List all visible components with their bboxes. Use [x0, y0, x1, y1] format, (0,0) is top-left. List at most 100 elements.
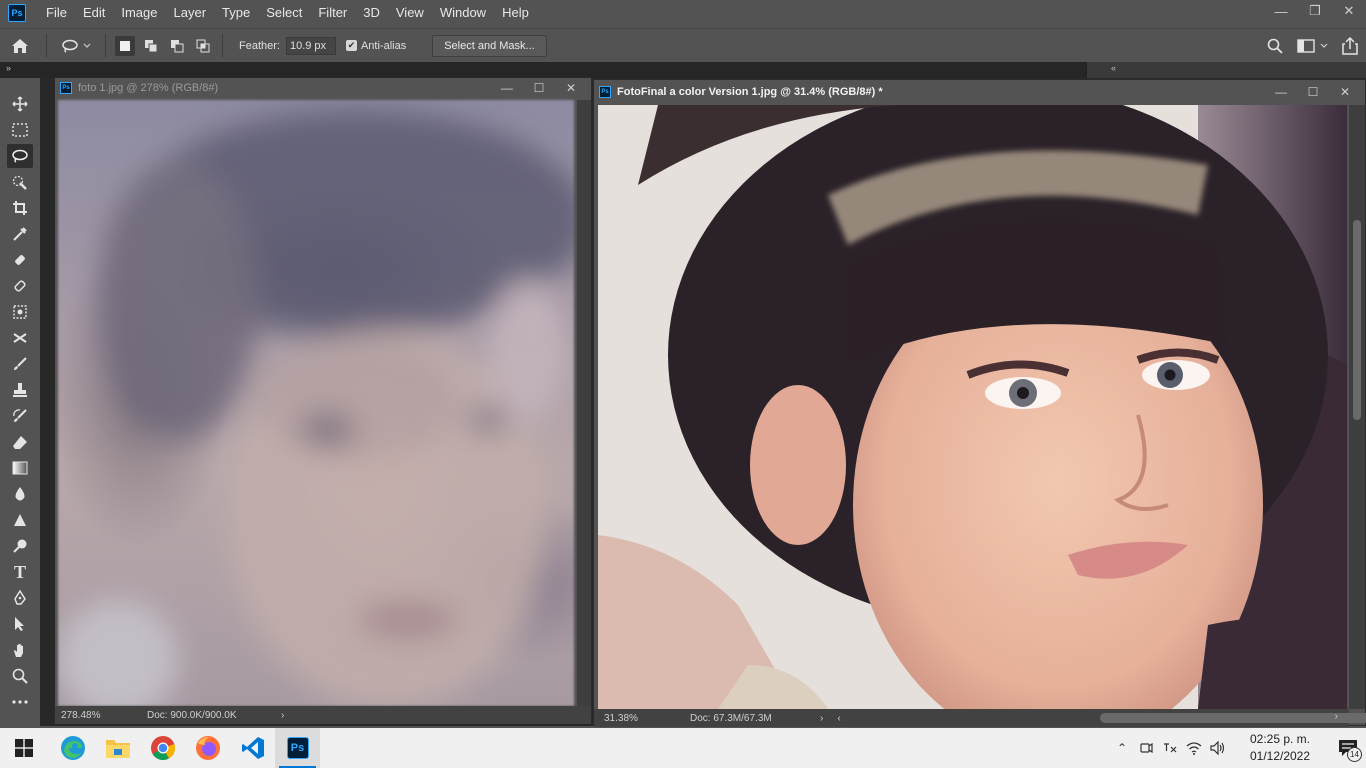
anti-alias-checkbox[interactable]: ✔ Anti-alias	[345, 40, 406, 52]
chevron-right-icon[interactable]: ›	[820, 713, 823, 724]
menu-edit[interactable]: Edit	[75, 0, 113, 26]
start-button[interactable]	[0, 728, 48, 768]
scroll-thumb[interactable]	[1100, 713, 1366, 723]
document-title-bar[interactable]: Ps FotoFinal a color Version 1.jpg @ 31.…	[594, 80, 1365, 104]
taskbar-file-explorer[interactable]	[95, 728, 140, 768]
new-selection-button[interactable]	[115, 35, 135, 56]
zoom-icon[interactable]	[7, 664, 33, 688]
sharpen-icon[interactable]	[7, 508, 33, 532]
vertical-scrollbar[interactable]	[1349, 105, 1365, 709]
clone-stamp-icon[interactable]	[7, 378, 33, 402]
dodge-icon[interactable]	[7, 534, 33, 558]
home-button[interactable]	[0, 29, 40, 63]
tools-panel: T	[0, 78, 40, 726]
healing-brush-icon[interactable]	[7, 274, 33, 298]
document-window-fotofinal[interactable]: Ps FotoFinal a color Version 1.jpg @ 31.…	[593, 79, 1366, 727]
taskbar-firefox[interactable]	[185, 728, 230, 768]
menu-filter[interactable]: Filter	[310, 0, 355, 26]
taskbar-photoshop[interactable]: Ps	[275, 728, 320, 768]
eraser-icon[interactable]	[7, 430, 33, 454]
hand-icon[interactable]	[7, 638, 33, 662]
collapse-icon[interactable]: «	[1111, 63, 1116, 73]
image-canvas[interactable]	[58, 100, 574, 706]
pen-icon[interactable]	[7, 586, 33, 610]
rectangular-marquee-icon[interactable]	[7, 118, 33, 142]
patch-icon[interactable]	[7, 300, 33, 324]
divider	[46, 33, 47, 58]
taskbar-edge[interactable]	[50, 728, 95, 768]
intersect-selection-button[interactable]	[193, 36, 213, 56]
taskbar-chrome[interactable]	[140, 728, 185, 768]
zoom-level[interactable]: 278.48%	[61, 710, 133, 721]
more-tools-icon[interactable]	[7, 690, 33, 714]
restore-icon[interactable]: ☐	[1297, 80, 1329, 104]
minimize-icon[interactable]: —	[491, 78, 523, 98]
menu-file[interactable]: File	[38, 0, 75, 26]
search-icon[interactable]	[1267, 38, 1283, 54]
menu-help[interactable]: Help	[494, 0, 537, 26]
brush-icon[interactable]	[7, 352, 33, 376]
keyboard-layout-icon[interactable]	[1158, 728, 1182, 768]
chevron-up-icon[interactable]: ⌃	[1110, 728, 1134, 768]
lasso-tool-icon[interactable]	[7, 144, 33, 168]
chrome-icon	[150, 736, 175, 761]
feather-input[interactable]	[285, 36, 336, 55]
action-center-button[interactable]: 14	[1330, 728, 1366, 768]
close-icon[interactable]: ✕	[1332, 0, 1366, 22]
clock[interactable]: 02:25 p. m. 01/12/2022	[1238, 731, 1322, 765]
menu-layer[interactable]: Layer	[166, 0, 215, 26]
menu-select[interactable]: Select	[258, 0, 310, 26]
image-canvas[interactable]	[598, 105, 1347, 709]
meet-now-icon[interactable]	[1134, 728, 1158, 768]
eyedropper-icon[interactable]	[7, 222, 33, 246]
menu-view[interactable]: View	[388, 0, 432, 26]
document-title: FotoFinal a color Version 1.jpg @ 31.4% …	[617, 86, 883, 98]
minimize-icon[interactable]: —	[1265, 80, 1297, 104]
horizontal-scrollbar[interactable]: ›	[838, 709, 1366, 727]
wifi-icon[interactable]	[1182, 728, 1206, 768]
restore-icon[interactable]: ❐	[1298, 0, 1332, 22]
divider	[222, 33, 223, 58]
scroll-right-icon[interactable]: ›	[1335, 711, 1338, 722]
share-icon[interactable]	[1342, 37, 1358, 55]
quick-selection-icon[interactable]	[7, 170, 33, 194]
clock-time: 02:25 p. m.	[1249, 732, 1311, 746]
document-window-foto1[interactable]: Ps foto 1.jpg @ 278% (RGB/8#) — ☐ ✕ 278.…	[54, 77, 592, 724]
tool-preset-picker[interactable]	[53, 29, 99, 63]
spot-healing-brush-icon[interactable]	[7, 248, 33, 272]
folder-icon	[105, 740, 130, 758]
gradient-icon[interactable]	[7, 456, 33, 480]
expand-panels-icon[interactable]: »	[6, 63, 11, 73]
document-title-bar[interactable]: Ps foto 1.jpg @ 278% (RGB/8#) — ☐ ✕	[55, 78, 591, 98]
volume-icon[interactable]	[1206, 728, 1230, 768]
workspace-switcher[interactable]	[1297, 39, 1328, 53]
blur-icon[interactable]	[7, 482, 33, 506]
restore-icon[interactable]: ☐	[523, 78, 555, 98]
collapsed-panel-tab[interactable]: «	[1086, 62, 1366, 78]
type-tool-icon[interactable]: T	[7, 560, 33, 584]
checkmark-icon: ✔	[345, 40, 357, 51]
menu-window[interactable]: Window	[432, 0, 494, 26]
close-icon[interactable]: ✕	[1329, 80, 1361, 104]
menu-type[interactable]: Type	[214, 0, 258, 26]
zoom-level[interactable]: 31.38%	[604, 713, 684, 724]
add-to-selection-button[interactable]	[141, 36, 161, 56]
intersect-selection-icon	[196, 39, 210, 52]
document-window-controls: — ☐ ✕	[491, 78, 587, 98]
taskbar-vscode[interactable]	[230, 728, 275, 768]
vertical-scrollbar[interactable]	[577, 100, 591, 706]
close-icon[interactable]: ✕	[555, 78, 587, 98]
scroll-thumb[interactable]	[1353, 220, 1361, 420]
select-and-mask-button[interactable]: Select and Mask...	[432, 34, 547, 57]
subtract-from-selection-button[interactable]	[167, 36, 187, 56]
menu-image[interactable]: Image	[113, 0, 165, 26]
path-selection-icon[interactable]	[7, 612, 33, 636]
menu-3d[interactable]: 3D	[355, 0, 388, 26]
move-tool-icon[interactable]	[7, 92, 33, 116]
minimize-icon[interactable]: —	[1264, 0, 1298, 22]
crop-icon[interactable]	[7, 196, 33, 220]
content-aware-move-icon[interactable]	[7, 326, 33, 350]
history-brush-icon[interactable]	[7, 404, 33, 428]
chevron-right-icon[interactable]: ›	[281, 710, 284, 721]
firefox-icon	[195, 736, 220, 760]
